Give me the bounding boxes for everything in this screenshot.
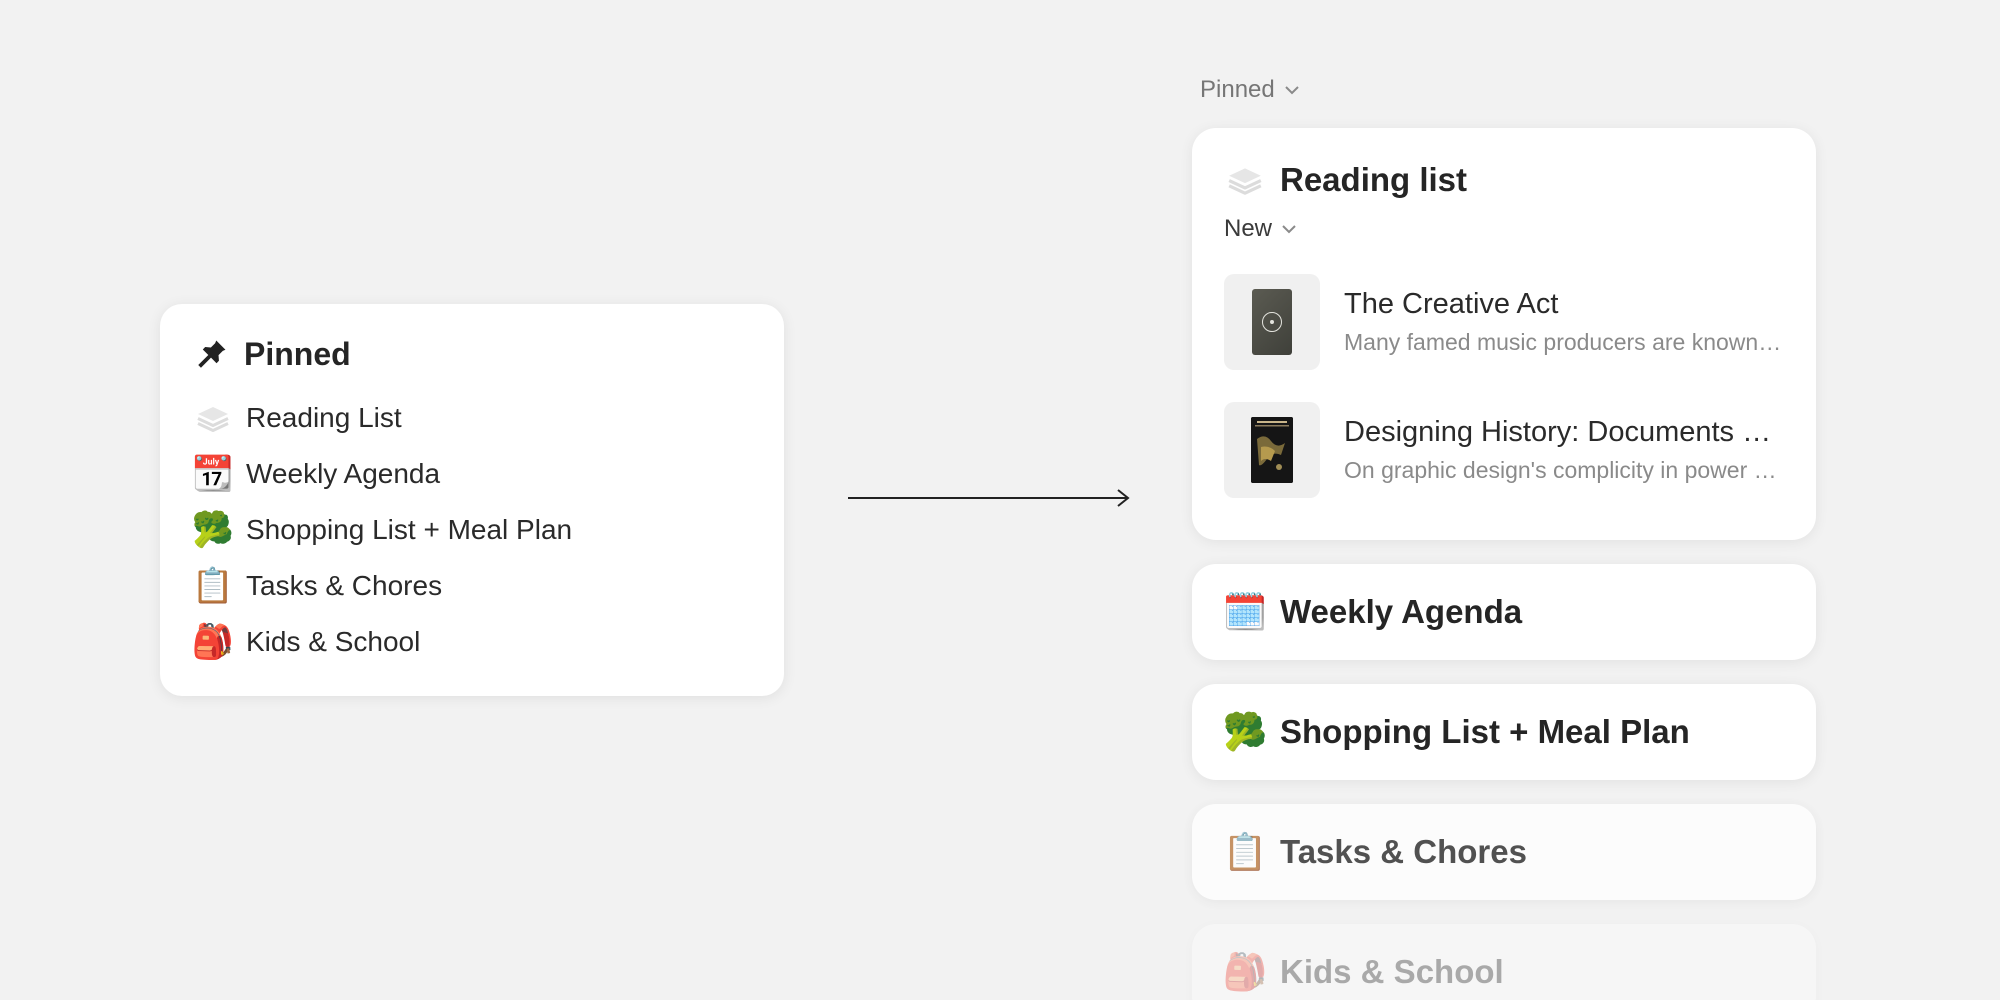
stack-icon (192, 397, 234, 439)
kids-school-widget[interactable]: 🎒 Kids & School (1192, 924, 1816, 1000)
backpack-icon: 🎒 (191, 623, 235, 661)
pinned-header: Pinned (192, 332, 752, 376)
pinned-item-label: Tasks & Chores (246, 570, 443, 601)
section-label: Pinned (1200, 76, 1275, 103)
widget-title: Reading list (1280, 161, 1468, 198)
filter-label: New (1224, 215, 1273, 242)
pinned-item-label: Reading List (246, 402, 402, 433)
calendar-icon: 🗓️ (1222, 591, 1268, 632)
pinned-item-label: Weekly Agenda (246, 458, 441, 489)
tasks-chores-widget[interactable]: 📋 Tasks & Chores (1192, 804, 1816, 900)
arrow-right-icon (848, 489, 1130, 507)
clipboard-icon: 📋 (191, 567, 235, 605)
weekly-agenda-widget[interactable]: 🗓️ Weekly Agenda (1192, 564, 1816, 660)
pinned-item-label: Kids & School (246, 626, 421, 657)
stack-icon (1224, 159, 1266, 201)
book-description: On graphic design's complicity in power … (1344, 457, 1784, 483)
widget-title: Shopping List + Meal Plan (1280, 713, 1690, 750)
filter-dropdown[interactable]: New (1224, 212, 1298, 246)
section-dropdown-pinned[interactable]: Pinned (1200, 76, 1301, 104)
book-title: Designing History: Documents of Graphic … (1344, 416, 1784, 448)
chevron-down-icon (1282, 225, 1296, 234)
pushpin-icon (192, 334, 232, 374)
widget-title: Tasks & Chores (1280, 833, 1527, 870)
book-description: Many famed music producers are known for… (1344, 329, 1784, 355)
book-item[interactable]: Designing History: Documents of Graphic … (1224, 402, 1784, 498)
stage: Pinned Reading List 📆 Weekly Agenda 🥦 Sh… (0, 0, 2000, 1000)
book-cover (1224, 402, 1320, 498)
calendar-icon: 📆 (191, 455, 235, 493)
pinned-item-label: Shopping List + Meal Plan (246, 514, 573, 545)
reading-list-widget: Reading list New The Creative Act Many f… (1192, 128, 1816, 540)
book-cover (1224, 274, 1320, 370)
pinned-card: Pinned Reading List 📆 Weekly Agenda 🥦 Sh… (160, 304, 784, 696)
clipboard-icon: 📋 (1222, 831, 1268, 872)
chevron-down-icon (1285, 86, 1299, 95)
pinned-title: Pinned (244, 335, 351, 372)
pinned-item-kids-school[interactable]: 🎒 Kids & School (192, 614, 752, 670)
backpack-icon: 🎒 (1222, 951, 1268, 992)
widget-header[interactable]: Reading list (1224, 156, 1784, 204)
pinned-item-tasks-chores[interactable]: 📋 Tasks & Chores (192, 558, 752, 614)
book-title: The Creative Act (1344, 288, 1559, 320)
widget-title: Weekly Agenda (1280, 593, 1523, 630)
broccoli-icon: 🥦 (1222, 711, 1268, 752)
widget-title: Kids & School (1280, 953, 1504, 990)
pinned-item-reading-list[interactable]: Reading List (192, 390, 752, 446)
shopping-list-widget[interactable]: 🥦 Shopping List + Meal Plan (1192, 684, 1816, 780)
pinned-item-weekly-agenda[interactable]: 📆 Weekly Agenda (192, 446, 752, 502)
book-item[interactable]: The Creative Act Many famed music produc… (1224, 274, 1784, 370)
broccoli-icon: 🥦 (191, 511, 235, 549)
pinned-list: Reading List 📆 Weekly Agenda 🥦 Shopping … (192, 390, 752, 670)
pinned-item-shopping-list[interactable]: 🥦 Shopping List + Meal Plan (192, 502, 752, 558)
